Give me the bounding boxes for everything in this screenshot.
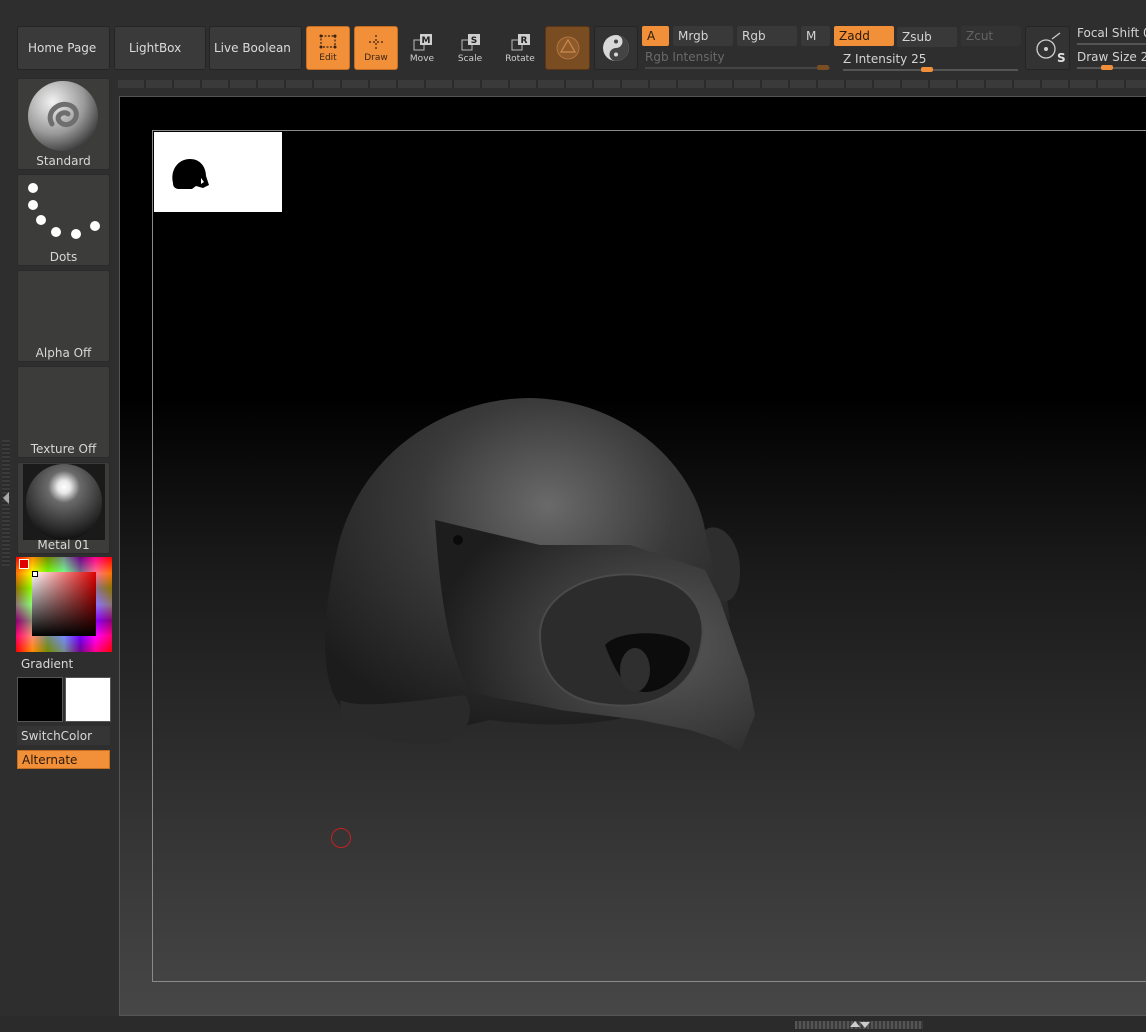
helmet-silhouette-icon <box>172 159 209 189</box>
draw-size-label: Draw Size 25 <box>1077 50 1146 64</box>
navigator-thumbnail[interactable] <box>154 132 282 212</box>
m-toggle[interactable]: M <box>801 26 830 46</box>
top-shelf-ruler <box>118 80 1146 88</box>
stroke-label: Dots <box>49 250 78 264</box>
home-page-button[interactable]: Home Page <box>17 26 110 70</box>
edit-icon <box>319 34 337 49</box>
scale-button[interactable]: S Scale <box>448 26 492 70</box>
mrgb-toggle[interactable]: Mrgb <box>673 26 733 46</box>
symmetry-icon <box>603 35 629 61</box>
zsub-toggle[interactable]: Zsub <box>897 27 957 47</box>
switch-color-button[interactable]: SwitchColor <box>17 726 110 745</box>
z-intensity-label: Z Intensity 25 <box>843 52 926 66</box>
texture-label: Texture Off <box>30 442 97 456</box>
rotate-key-letter: R <box>521 36 528 46</box>
color-marker[interactable] <box>32 571 38 577</box>
lazy-mouse-button[interactable]: S <box>1025 26 1070 70</box>
rgb-intensity-label: Rgb Intensity <box>645 50 725 64</box>
scale-label: Scale <box>457 54 483 64</box>
brush-label: Standard <box>36 154 91 168</box>
draw-size-name: Draw Size <box>1077 50 1137 64</box>
move-key-letter: M <box>422 36 431 46</box>
focal-shift-label: Focal Shift 0 <box>1077 26 1146 40</box>
hue-marker[interactable] <box>19 559 29 569</box>
draw-icon <box>369 35 383 49</box>
expand-up-icon[interactable] <box>850 1021 860 1027</box>
material-sphere-icon <box>556 36 579 60</box>
expand-down-icon[interactable] <box>860 1022 870 1028</box>
alpha-label: Alpha Off <box>35 346 92 360</box>
draw-size-value: 25 <box>1140 50 1146 64</box>
symmetry-button[interactable] <box>594 26 638 70</box>
mrgb-sphere-button[interactable] <box>545 26 590 70</box>
material-label: Metal 01 <box>37 538 90 552</box>
z-intensity-knob[interactable] <box>921 67 933 72</box>
move-icon: M <box>413 34 432 51</box>
zadd-toggle[interactable]: Zadd <box>834 26 894 46</box>
scale-icon: S <box>461 34 480 51</box>
live-boolean-button[interactable]: Live Boolean <box>209 26 302 70</box>
dots-stroke-icon <box>28 183 100 239</box>
move-button[interactable]: M Move <box>400 26 444 70</box>
draw-button[interactable]: Draw <box>354 26 398 70</box>
rgb-intensity-slider[interactable] <box>645 67 830 69</box>
metal-material-icon <box>23 464 105 540</box>
edit-button[interactable]: Edit <box>306 26 350 70</box>
main-color-swatch[interactable] <box>17 677 63 722</box>
move-label: Move <box>409 54 435 64</box>
scale-key-letter: S <box>471 36 477 46</box>
rotate-button[interactable]: R Rotate <box>498 26 542 70</box>
stroke-selector[interactable]: Dots <box>17 174 110 266</box>
texture-selector[interactable]: Texture Off <box>17 366 110 458</box>
rotate-label: Rotate <box>505 54 535 64</box>
lightbox-button[interactable]: LightBox <box>114 26 206 70</box>
alternate-button[interactable]: Alternate <box>17 750 110 769</box>
brush-selector[interactable]: Standard <box>17 78 110 170</box>
gradient-toggle[interactable]: Gradient <box>17 654 110 673</box>
secondary-color-swatch[interactable] <box>65 677 111 722</box>
draw-size-knob[interactable] <box>1101 65 1113 70</box>
edit-label: Edit <box>319 53 337 63</box>
draw-label: Draw <box>364 53 388 63</box>
alpha-selector[interactable]: Alpha Off <box>17 270 110 362</box>
focal-shift-name: Focal Shift <box>1077 26 1140 40</box>
material-selector[interactable]: Metal 01 <box>17 462 110 554</box>
rgb-toggle[interactable]: Rgb <box>737 26 797 46</box>
z-intensity-value: 25 <box>911 52 927 66</box>
bottom-shelf <box>0 1016 1146 1032</box>
svg-text:S: S <box>1057 51 1066 65</box>
a-toggle[interactable]: A <box>642 26 669 46</box>
rotate-icon: R <box>511 34 530 51</box>
focal-shift-slider[interactable] <box>1077 43 1146 45</box>
lazy-mouse-icon: S <box>1036 32 1066 65</box>
standard-brush-icon <box>28 81 98 151</box>
helmet-3d-model[interactable] <box>300 380 780 770</box>
brush-cursor <box>331 828 351 848</box>
color-picker[interactable] <box>16 557 112 652</box>
z-intensity-name: Z Intensity <box>843 52 908 66</box>
saturation-value-square[interactable] <box>32 572 96 636</box>
zcut-toggle[interactable]: Zcut <box>961 26 1021 46</box>
collapse-tray-icon[interactable] <box>3 492 9 504</box>
rgb-intensity-knob[interactable] <box>817 65 829 70</box>
